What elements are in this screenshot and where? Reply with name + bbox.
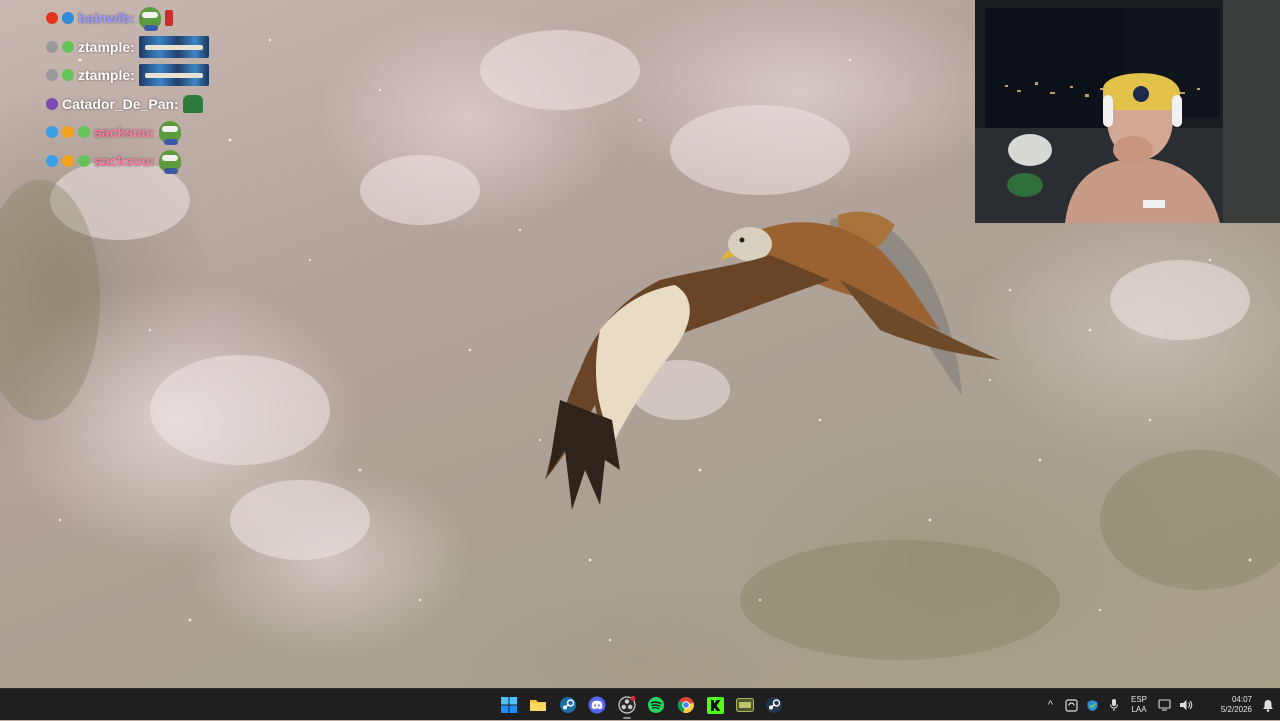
volume-button[interactable] <box>1175 690 1196 720</box>
chat-username: bainwlb: <box>78 10 135 27</box>
system-tray: ^ ESP LAA 04:07 5/2/2026 <box>1040 689 1280 721</box>
discord-button[interactable] <box>583 690 613 720</box>
chat-badge-icon <box>78 126 90 139</box>
chat-badge-icon <box>78 154 90 167</box>
obs-icon <box>618 696 636 714</box>
chat-username: Catador_De_Pan: <box>62 95 179 112</box>
chat-message: ztample: <box>46 61 286 90</box>
chat-badge-icon <box>46 126 58 139</box>
notifications-button[interactable] <box>1256 690 1280 720</box>
obs-button[interactable] <box>612 690 642 720</box>
network-button[interactable] <box>1154 690 1175 720</box>
pepe-emote-icon <box>158 149 181 174</box>
kick-button[interactable] <box>701 690 731 720</box>
language-code: ESP <box>1130 695 1147 704</box>
webcam-image <box>975 0 1280 223</box>
chat-message: ztample: <box>46 33 286 62</box>
chat-message: Catador_De_Pan: <box>46 90 286 119</box>
chat-badge-icon <box>46 40 58 53</box>
bell-icon <box>1263 699 1273 712</box>
chat-username: sacksuu: <box>94 152 155 169</box>
security-tray-button[interactable] <box>1082 690 1103 720</box>
file-explorer-button[interactable] <box>524 690 554 720</box>
chat-badge-icon <box>46 154 58 167</box>
chat-message: bainwlb: <box>46 4 286 33</box>
chevron-up-icon: ^ <box>1047 699 1054 711</box>
chat-badge-icon <box>62 126 74 139</box>
steam-button[interactable] <box>553 690 583 720</box>
chat-username: ztample: <box>78 67 135 84</box>
steam-icon <box>766 697 783 713</box>
chrome-button[interactable] <box>671 690 701 720</box>
clock-date: 5/2/2026 <box>1220 705 1252 714</box>
game-launcher-button[interactable] <box>730 690 760 720</box>
clock[interactable]: 04:07 5/2/2026 <box>1196 690 1256 720</box>
start-button[interactable] <box>494 690 524 720</box>
chat-badge-icon <box>62 40 74 53</box>
steam-icon <box>559 697 576 713</box>
wide-emote-icon <box>138 64 209 87</box>
wide-emote-icon <box>138 35 209 58</box>
show-hidden-icons-button[interactable]: ^ <box>1040 690 1061 720</box>
sync-icon <box>1065 698 1078 712</box>
chat-badge-icon <box>62 154 74 167</box>
launcher-icon <box>735 698 754 712</box>
hat-emote-icon <box>182 94 203 113</box>
chat-message: sacksuu: <box>46 147 286 176</box>
spotify-button[interactable] <box>642 690 672 720</box>
chat-message: sacksuu: <box>46 118 286 147</box>
microphone-tray-button[interactable] <box>1103 690 1124 720</box>
webcam-feed <box>975 0 1280 223</box>
steam-button-2[interactable] <box>760 690 790 720</box>
microphone-icon <box>1109 699 1118 711</box>
stream-chat-overlay: bainwlb: ztample: ztample: Catador_De_Pan:s… <box>46 4 286 175</box>
chat-badge-icon <box>46 69 58 82</box>
discord-icon <box>588 696 606 714</box>
chat-username: ztample: <box>78 38 135 55</box>
speaker-icon <box>1179 700 1192 710</box>
language-indicator[interactable]: ESP LAA <box>1124 690 1154 720</box>
sync-tray-button[interactable] <box>1061 690 1082 720</box>
pepe-emote-icon <box>158 121 181 146</box>
kick-icon <box>706 696 724 714</box>
shield-icon <box>1087 699 1098 711</box>
chat-username: sacksuu: <box>94 124 155 141</box>
chat-badge-icon <box>62 12 74 25</box>
bird-illustration <box>545 211 1000 510</box>
taskbar-apps <box>494 689 789 721</box>
pepe-emote-icon <box>138 7 161 32</box>
network-icon <box>1158 699 1171 711</box>
chat-badge-icon <box>62 69 74 82</box>
clock-time: 04:07 <box>1231 695 1252 704</box>
folder-icon <box>530 700 547 711</box>
windows-icon <box>500 697 517 713</box>
chrome-icon <box>677 697 694 713</box>
chat-badge-icon <box>46 97 58 110</box>
spotify-icon <box>648 697 665 713</box>
bottle-emote-icon <box>164 10 173 27</box>
chat-badge-icon <box>46 12 58 25</box>
taskbar: ^ ESP LAA 04:07 5/2/2026 <box>0 688 1280 720</box>
keyboard-layout: LAA <box>1131 705 1147 714</box>
